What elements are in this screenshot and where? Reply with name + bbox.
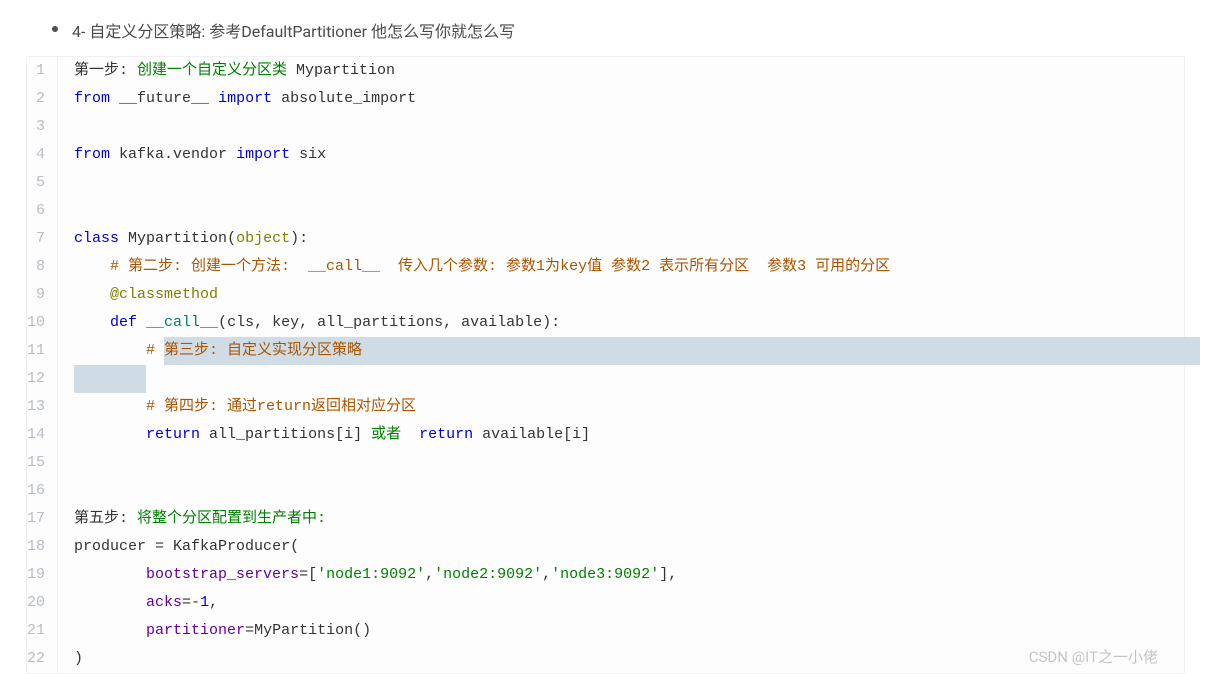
code-content: from __future__ import absolute_import — [58, 85, 1184, 113]
code-content — [58, 197, 1184, 225]
code-content — [58, 169, 1184, 197]
code-line: 18producer = KafkaProducer( — [27, 533, 1184, 561]
code-content: # 第三步: 自定义实现分区策略 — [58, 337, 1200, 365]
code-content — [58, 449, 1184, 477]
line-number: 17 — [27, 505, 58, 533]
code-line: 7class Mypartition(object): — [27, 225, 1184, 253]
document-page: 4- 自定义分区策略: 参考DefaultPartitioner 他怎么写你就怎… — [0, 0, 1207, 674]
code-line: 21 partitioner=MyPartition() — [27, 617, 1184, 645]
code-content: bootstrap_servers=['node1:9092','node2:9… — [58, 561, 1184, 589]
bullet-list-item: 4- 自定义分区策略: 参考DefaultPartitioner 他怎么写你就怎… — [22, 18, 1185, 42]
line-number: 1 — [27, 57, 58, 85]
code-content — [58, 477, 1184, 505]
code-line: 2from __future__ import absolute_import — [27, 85, 1184, 113]
code-line: 10 def __call__(cls, key, all_partitions… — [27, 309, 1184, 337]
line-number: 20 — [27, 589, 58, 617]
code-line: 4from kafka.vendor import six — [27, 141, 1184, 169]
line-number: 8 — [27, 253, 58, 281]
code-line: 11 # 第三步: 自定义实现分区策略 — [27, 337, 1184, 365]
bullet-icon — [52, 26, 58, 32]
line-number: 6 — [27, 197, 58, 225]
code-content: 第五步: 将整个分区配置到生产者中: — [58, 505, 1184, 533]
code-line: 19 bootstrap_servers=['node1:9092','node… — [27, 561, 1184, 589]
line-number: 16 — [27, 477, 58, 505]
code-line: 6 — [27, 197, 1184, 225]
code-line: 20 acks=-1, — [27, 589, 1184, 617]
code-line: 13 # 第四步: 通过return返回相对应分区 — [27, 393, 1184, 421]
code-line: 15 — [27, 449, 1184, 477]
code-line: 8 # 第二步: 创建一个方法: __call__ 传入几个参数: 参数1为ke… — [27, 253, 1184, 281]
line-number: 5 — [27, 169, 58, 197]
line-number: 15 — [27, 449, 58, 477]
line-number: 10 — [27, 309, 58, 337]
code-content: def __call__(cls, key, all_partitions, a… — [58, 309, 1184, 337]
code-line: 17第五步: 将整个分区配置到生产者中: — [27, 505, 1184, 533]
code-line: 1第一步: 创建一个自定义分区类 Mypartition — [27, 57, 1184, 85]
code-content: ) — [58, 645, 1184, 673]
code-content: class Mypartition(object): — [58, 225, 1184, 253]
bullet-text: 4- 自定义分区策略: 参考DefaultPartitioner 他怎么写你就怎… — [72, 18, 515, 42]
code-content: from kafka.vendor import six — [58, 141, 1184, 169]
code-line: 14 return all_partitions[i] 或者 return av… — [27, 421, 1184, 449]
line-number: 13 — [27, 393, 58, 421]
code-content — [58, 365, 1184, 393]
code-content: @classmethod — [58, 281, 1184, 309]
code-content: # 第二步: 创建一个方法: __call__ 传入几个参数: 参数1为key值… — [58, 253, 1184, 281]
line-number: 7 — [27, 225, 58, 253]
code-block: 1第一步: 创建一个自定义分区类 Mypartition2from __futu… — [26, 56, 1185, 674]
code-line: 3 — [27, 113, 1184, 141]
line-number: 18 — [27, 533, 58, 561]
code-content: producer = KafkaProducer( — [58, 533, 1184, 561]
code-content: acks=-1, — [58, 589, 1184, 617]
line-number: 2 — [27, 85, 58, 113]
code-content: # 第四步: 通过return返回相对应分区 — [58, 393, 1184, 421]
code-content — [58, 113, 1184, 141]
line-number: 22 — [27, 645, 58, 673]
line-number: 12 — [27, 365, 58, 393]
code-content: partitioner=MyPartition() — [58, 617, 1184, 645]
code-line: 5 — [27, 169, 1184, 197]
code-content: return all_partitions[i] 或者 return avail… — [58, 421, 1184, 449]
code-line: 12 — [27, 365, 1184, 393]
line-number: 11 — [27, 337, 58, 365]
line-number: 4 — [27, 141, 58, 169]
code-line: 16 — [27, 477, 1184, 505]
code-content: 第一步: 创建一个自定义分区类 Mypartition — [58, 57, 1184, 85]
line-number: 3 — [27, 113, 58, 141]
line-number: 14 — [27, 421, 58, 449]
line-number: 19 — [27, 561, 58, 589]
code-line: 22) — [27, 645, 1184, 673]
code-line: 9 @classmethod — [27, 281, 1184, 309]
line-number: 9 — [27, 281, 58, 309]
code-table: 1第一步: 创建一个自定义分区类 Mypartition2from __futu… — [27, 57, 1184, 673]
line-number: 21 — [27, 617, 58, 645]
